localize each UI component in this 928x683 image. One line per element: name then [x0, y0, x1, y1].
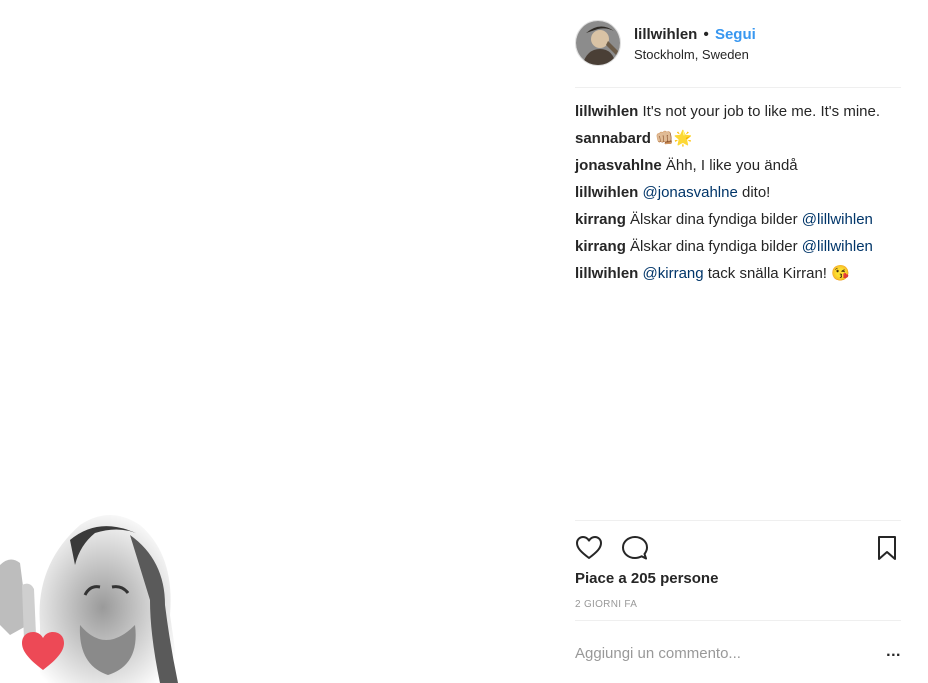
- comment-username[interactable]: lillwihlen: [575, 184, 638, 201]
- avatar-image: [576, 21, 620, 65]
- comment-button[interactable]: [621, 534, 649, 562]
- comment-username[interactable]: kirrang: [575, 211, 626, 228]
- heart-sticker-icon: [22, 632, 64, 670]
- speech-bubble-icon: [622, 536, 648, 560]
- post-side-panel: lillwihlen • Segui Stockholm, Sweden lil…: [555, 0, 928, 683]
- comment-mention[interactable]: @lillwihlen: [802, 211, 873, 228]
- separator-dot: •: [703, 26, 709, 43]
- author-line: lillwihlen • Segui: [634, 26, 756, 44]
- post-timestamp[interactable]: 2 giorni fa: [575, 599, 637, 610]
- post-photo[interactable]: [0, 0, 555, 683]
- comment-item: jonasvahlne Ähh, I like you ändå: [575, 156, 895, 176]
- comment-text: 👊🏼🌟: [650, 130, 693, 147]
- heart-outline-icon: [576, 536, 602, 559]
- comment-item: lillwihlen It's not your job to like me.…: [575, 102, 895, 122]
- comment-text: dito!: [737, 184, 771, 201]
- more-options-button[interactable]: ...: [886, 643, 901, 661]
- comment-item: lillwihlen @kirrang tack snälla Kirran! …: [575, 264, 895, 284]
- comment-username[interactable]: sannabard: [575, 130, 651, 147]
- comment-mention[interactable]: @kirrang: [643, 265, 704, 282]
- avatar[interactable]: [575, 20, 621, 66]
- comment-item: sannabard 👊🏼🌟: [575, 129, 895, 149]
- comment-username[interactable]: lillwihlen: [575, 103, 638, 120]
- comment-text: tack snälla Kirran! 😘: [703, 265, 850, 282]
- comment-mention[interactable]: @lillwihlen: [802, 238, 873, 255]
- author-username[interactable]: lillwihlen: [634, 26, 697, 43]
- comment-item: lillwihlen @jonasvahlne dito!: [575, 183, 895, 203]
- add-comment-section: ...: [575, 620, 901, 683]
- post-header-text: lillwihlen • Segui Stockholm, Sweden: [634, 26, 756, 63]
- comment-text: Älskar dina fyndiga bilder: [625, 211, 802, 228]
- save-button[interactable]: [873, 534, 901, 562]
- likes-count[interactable]: Piace a 205 persone: [575, 570, 718, 587]
- comment-text: Älskar dina fyndiga bilder: [625, 238, 802, 255]
- comments-list: lillwihlen It's not your job to like me.…: [575, 102, 895, 291]
- comment-username[interactable]: kirrang: [575, 238, 626, 255]
- comment-item: kirrang Älskar dina fyndiga bilder @lill…: [575, 210, 895, 230]
- comment-input[interactable]: [575, 641, 855, 665]
- comment-username[interactable]: jonasvahlne: [575, 157, 662, 174]
- post-header: lillwihlen • Segui Stockholm, Sweden: [575, 20, 901, 88]
- follow-button[interactable]: Segui: [715, 26, 756, 43]
- comment-username[interactable]: lillwihlen: [575, 265, 638, 282]
- comment-item: kirrang Älskar dina fyndiga bilder @lill…: [575, 237, 895, 257]
- comment-text: It's not your job to like me. It's mine.: [638, 103, 881, 120]
- like-button[interactable]: [575, 534, 603, 562]
- bookmark-icon: [878, 536, 896, 560]
- comment-text: Ähh, I like you ändå: [661, 157, 798, 174]
- location-link[interactable]: Stockholm, Sweden: [634, 47, 756, 63]
- comment-mention[interactable]: @jonasvahlne: [643, 184, 738, 201]
